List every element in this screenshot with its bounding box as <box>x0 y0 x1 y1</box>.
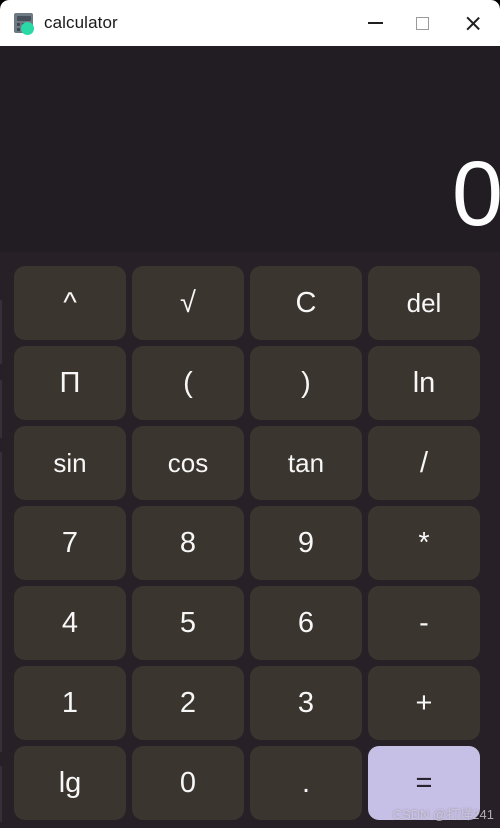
calculator-icon <box>13 12 35 35</box>
maximize-button[interactable] <box>399 0 446 46</box>
key-clear[interactable]: C <box>250 266 362 340</box>
key-function[interactable]: lg <box>14 746 126 820</box>
display-value: 0 <box>451 143 500 245</box>
display-area: 0 <box>0 46 500 252</box>
key-digit[interactable]: 3 <box>250 666 362 740</box>
key-operator[interactable]: * <box>368 506 480 580</box>
key-function[interactable]: sin <box>14 426 126 500</box>
close-button[interactable] <box>446 0 500 46</box>
key-digit[interactable]: 7 <box>14 506 126 580</box>
key-operator[interactable]: + <box>368 666 480 740</box>
keypad-row: sin cos tan / <box>14 426 486 500</box>
key-decimal[interactable]: . <box>250 746 362 820</box>
key-operator[interactable]: - <box>368 586 480 660</box>
keypad-row: Π() ln <box>14 346 486 420</box>
close-icon <box>465 15 482 32</box>
key-delete[interactable]: del <box>368 266 480 340</box>
keypad-row: 456- <box>14 586 486 660</box>
calculator-window: calculator 0 ^ √ Cdel Π() ln sin cos tan/7 8 9 * 4 5… <box>0 0 500 828</box>
key-digit[interactable]: 8 <box>132 506 244 580</box>
minimize-icon <box>368 22 383 24</box>
keypad: ^ √ Cdel Π() ln sin cos tan/7 8 9 * 4 5 6-1 2 3 + lg 0. = <box>14 266 486 826</box>
keypad-row: 7 8 9 * <box>14 506 486 580</box>
window-title: calculator <box>44 13 118 32</box>
key-digit[interactable]: 2 <box>132 666 244 740</box>
key-function[interactable]: tan <box>250 426 362 500</box>
window-edge-artifact <box>0 300 2 364</box>
key-digit[interactable]: 9 <box>250 506 362 580</box>
window-edge-artifact <box>0 380 2 438</box>
key-digit[interactable]: 6 <box>250 586 362 660</box>
key-digit[interactable]: 1 <box>14 666 126 740</box>
key-operator[interactable]: / <box>368 426 480 500</box>
key-function[interactable]: √ <box>132 266 244 340</box>
key-digit[interactable]: 0 <box>132 746 244 820</box>
keypad-row: 1 2 3 + <box>14 666 486 740</box>
window-edge-artifact <box>0 766 2 822</box>
minimize-button[interactable] <box>352 0 399 46</box>
watermark: CSDN @打烊241 <box>392 807 494 822</box>
window-edge-artifact <box>0 452 2 752</box>
keypad-row: ^ √ Cdel <box>14 266 486 340</box>
key-function[interactable]: ln <box>368 346 480 420</box>
key-paren-close[interactable]: ) <box>250 346 362 420</box>
key-paren-open[interactable]: ( <box>132 346 244 420</box>
title-bar[interactable]: calculator <box>0 0 500 46</box>
title-bar-left: calculator <box>0 12 352 35</box>
window-controls <box>352 0 500 46</box>
key-digit[interactable]: 4 <box>14 586 126 660</box>
maximize-icon <box>416 16 429 30</box>
key-digit[interactable]: 5 <box>132 586 244 660</box>
key-function[interactable]: cos <box>132 426 244 500</box>
key-operator[interactable]: ^ <box>14 266 126 340</box>
key-constant[interactable]: Π <box>14 346 126 420</box>
